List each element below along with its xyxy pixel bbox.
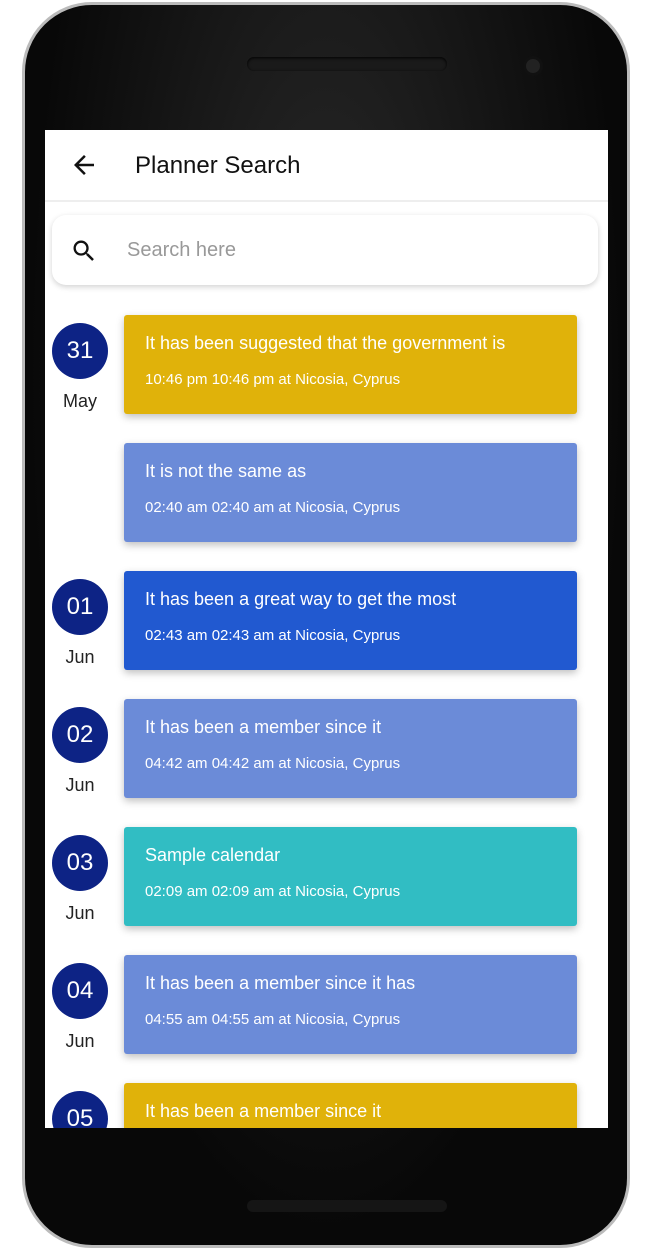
event-card[interactable]: Sample calendar 02:09 am 02:09 am at Nico… [124, 827, 577, 926]
event-time-location: 04:42 am 04:42 am at Nicosia, Cyprus [145, 755, 401, 772]
app-bar: Planner Search [45, 130, 608, 202]
date-circle: 02 [52, 707, 108, 763]
event-card[interactable]: It has been a member since it 04:42 am 04… [124, 699, 577, 798]
event-card[interactable]: It has been suggested that the governmen… [124, 315, 577, 414]
date-month: Jun [65, 1031, 95, 1051]
date-circle: 04 [52, 963, 108, 1019]
app-screen: Planner Search 31 May It has been suggeste… [45, 130, 608, 1128]
search-bar[interactable] [52, 215, 598, 285]
event-row: 03 Jun Sample calendar 02:09 am 02:09 am at… [45, 827, 608, 927]
date-month: Jun [65, 647, 95, 667]
event-row: 04 Jun It has been a member since it has 04… [45, 955, 608, 1055]
event-row: It is not the same as 02:40 am 02:40 am a… [45, 443, 608, 543]
date-circle: 03 [52, 835, 108, 891]
event-title: It has been a member since it [145, 717, 382, 737]
event-time-location: 04:55 am 04:55 am at Nicosia, Cyprus [145, 1011, 401, 1028]
event-time-location: 02:40 am 02:40 am at Nicosia, Cyprus [145, 499, 401, 516]
event-card[interactable]: It has been a member since it has 04:55 a… [124, 955, 577, 1054]
date-circle: 31 [52, 323, 108, 379]
arrow-left-icon[interactable] [69, 150, 99, 180]
event-card[interactable]: It has been a member since it [124, 1083, 577, 1128]
event-time-location: 10:46 pm 10:46 pm at Nicosia, Cyprus [145, 371, 401, 388]
event-card[interactable]: It has been a great way to get the most 0… [124, 571, 577, 670]
date-month: Jun [65, 775, 95, 795]
earpiece-speaker [247, 57, 447, 71]
event-title: It has been a member since it [145, 1101, 382, 1121]
event-title: It has been a great way to get the most [145, 589, 457, 609]
event-title: It has been suggested that the governmen… [145, 333, 506, 353]
search-input[interactable] [127, 233, 567, 267]
date-circle: 01 [52, 579, 108, 635]
event-row: 02 Jun It has been a member since it 04:42 … [45, 699, 608, 799]
event-time-location: 02:09 am 02:09 am at Nicosia, Cyprus [145, 883, 401, 900]
event-title: Sample calendar [145, 845, 281, 865]
event-row: 01 Jun It has been a great way to get the … [45, 571, 608, 671]
bottom-speaker [247, 1200, 447, 1212]
event-title: It is not the same as [145, 461, 307, 481]
date-month: May [62, 391, 97, 411]
event-card[interactable]: It is not the same as 02:40 am 02:40 am a… [124, 443, 577, 542]
date-month: Jun [65, 903, 95, 923]
event-row: 05 It has been a member since it [45, 1083, 608, 1128]
page-title: Planner Search [135, 152, 301, 179]
date-circle: 05 [52, 1091, 108, 1128]
event-time-location: 02:43 am 02:43 am at Nicosia, Cyprus [145, 627, 401, 644]
front-camera [523, 56, 543, 76]
search-icon [73, 240, 94, 261]
event-row: 31 May It has been suggested that the gove… [45, 315, 608, 415]
event-title: It has been a member since it has [145, 973, 416, 993]
